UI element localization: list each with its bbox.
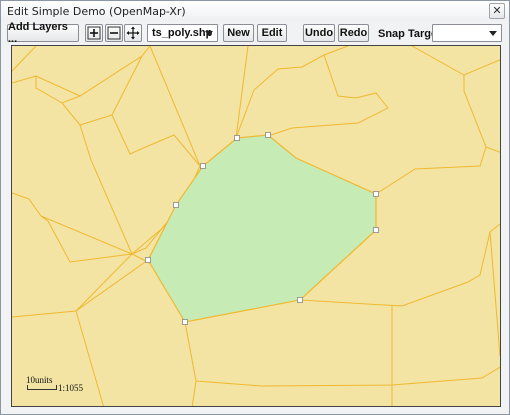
vertex-handle[interactable] (173, 202, 179, 208)
vertex-handle[interactable] (182, 319, 188, 325)
layer-select[interactable]: ts_poly.shp (147, 24, 218, 42)
title-bar[interactable]: Edit Simple Demo (OpenMap-Xr) ✕ (1, 1, 509, 21)
chevron-down-icon (489, 31, 497, 36)
redo-button[interactable]: Redo (338, 24, 369, 42)
vertex-handle[interactable] (297, 297, 303, 303)
scale-units-label: 10units (26, 375, 53, 385)
vertex-handle[interactable] (145, 257, 151, 263)
vertex-handle[interactable] (373, 227, 379, 233)
app-window: Edit Simple Demo (OpenMap-Xr) ✕ Add Laye… (0, 0, 510, 415)
scale-bar-line (27, 385, 57, 390)
close-button[interactable]: ✕ (489, 3, 505, 19)
window-title: Edit Simple Demo (OpenMap-Xr) (7, 5, 186, 18)
zoom-in-button[interactable] (85, 24, 103, 42)
scale-ratio-label: 1:1055 (58, 383, 84, 393)
chevron-down-icon (205, 31, 213, 36)
new-button[interactable]: New (223, 24, 254, 42)
vertex-handle[interactable] (373, 191, 379, 197)
zoom-out-button[interactable] (105, 24, 123, 42)
pan-button[interactable] (124, 24, 142, 42)
pan-icon (126, 26, 140, 40)
layer-select-value: ts_poly.shp (152, 27, 213, 39)
edit-button[interactable]: Edit (257, 24, 287, 42)
snap-target-select[interactable] (432, 24, 502, 42)
zoom-out-icon (107, 26, 121, 40)
map-canvas[interactable]: 10units 1:1055 (11, 45, 501, 407)
zoom-in-icon (87, 26, 101, 40)
close-icon: ✕ (492, 4, 502, 17)
vertex-handle[interactable] (265, 132, 271, 138)
undo-button[interactable]: Undo (303, 24, 335, 42)
map-layer (12, 46, 500, 406)
toolbar: Add Layers ... ts_poly.shp New Edit Undo… (1, 21, 509, 45)
vertex-handle[interactable] (234, 135, 240, 141)
vertex-handle[interactable] (200, 163, 206, 169)
add-layers-button[interactable]: Add Layers ... (7, 21, 79, 45)
